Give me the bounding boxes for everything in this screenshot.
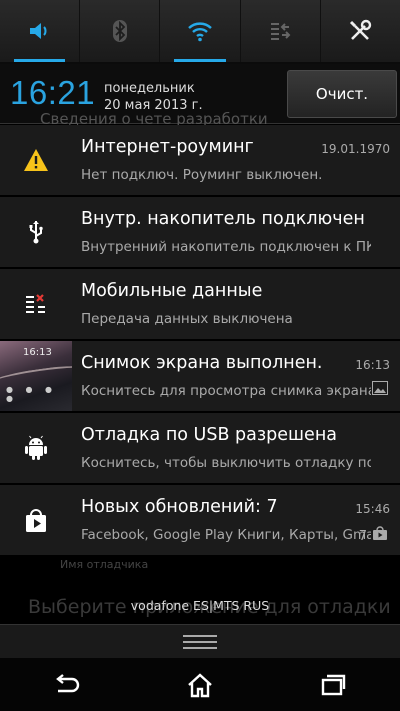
play-store-icon [26, 509, 46, 532]
notification-text: Нет подключ. Роуминг выключен. [81, 167, 323, 183]
notification-time: 19.01.1970 [321, 142, 390, 156]
weekday: понедельник [104, 81, 195, 96]
store-small-icon [373, 526, 387, 540]
notification-text: Коснитесь, чтобы выключить отладку по US… [81, 455, 371, 471]
home-icon [188, 672, 212, 697]
notification-storage[interactable]: Внутр. накопитель подключен Внутренний н… [0, 197, 400, 268]
quick-settings-bar [0, 0, 400, 62]
notification-text: Внутренний накопитель подключен к ПК [81, 239, 371, 255]
notification-title: Отладка по USB разрешена [81, 425, 337, 445]
screenshot-thumbnail: 16:13 ● ● ● ● [0, 341, 72, 411]
clock: 16:21 [10, 74, 96, 111]
notification-title: Внутр. накопитель подключен [81, 209, 365, 229]
home-button[interactable] [133, 658, 266, 711]
clear-button[interactable]: Очист. [287, 70, 397, 118]
data-off-icon [26, 294, 45, 313]
warning-icon [24, 149, 48, 171]
notification-screenshot[interactable]: 16:13 ● ● ● ● Снимок экрана выполнен. Ко… [0, 341, 400, 412]
image-icon [372, 381, 388, 395]
android-icon [25, 435, 47, 460]
recents-button[interactable] [267, 658, 400, 711]
back-icon [55, 673, 79, 692]
notification-text: Facebook, Google Play Книги, Карты, Gmai… [81, 527, 371, 543]
notification-roaming[interactable]: Интернет-роуминг Нет подключ. Роуминг вы… [0, 125, 400, 196]
notification-time: 16:13 [355, 358, 390, 372]
data-transfer-icon [271, 23, 291, 40]
notification-title: Снимок экрана выполнен. [81, 353, 323, 373]
tools-icon [350, 19, 372, 40]
recents-icon [322, 674, 346, 695]
usb-icon [29, 221, 43, 244]
notification-title: Интернет-роуминг [81, 137, 254, 157]
sound-toggle[interactable] [0, 0, 81, 62]
date-block: понедельник 20 мая 2013 г. [104, 80, 203, 114]
bluetooth-toggle[interactable] [80, 0, 161, 62]
notification-count: 7 [358, 529, 367, 544]
wifi-icon [188, 22, 212, 42]
mobile-data-toggle[interactable] [241, 0, 321, 62]
handle-lines-icon [183, 634, 217, 649]
navigation-bar [0, 658, 400, 711]
notification-title: Мобильные данные [81, 281, 263, 301]
notification-updates[interactable]: Новых обновлений: 7 Facebook, Google Pla… [0, 485, 400, 556]
notification-text: Коснитесь для просмотра снимка экрана [81, 383, 371, 399]
speaker-icon [29, 23, 47, 39]
background-text-small: Имя отладчика [60, 558, 149, 571]
back-button[interactable] [0, 658, 133, 711]
notification-title: Новых обновлений: 7 [81, 497, 278, 517]
notification-text: Передача данных выключена [81, 311, 293, 327]
notification-usb-debug[interactable]: Отладка по USB разрешена Коснитесь, чтоб… [0, 413, 400, 484]
thumbnail-clock: 16:13 [23, 347, 52, 358]
settings-button[interactable] [321, 0, 400, 62]
bluetooth-icon [112, 20, 127, 42]
notification-time: 15:46 [355, 502, 390, 516]
drag-handle[interactable] [0, 624, 400, 658]
carrier-label: vodafone ES|MTS RUS [130, 598, 270, 613]
notification-mobile-data[interactable]: Мобильные данные Передача данных выключе… [0, 269, 400, 340]
wifi-toggle[interactable] [160, 0, 241, 62]
